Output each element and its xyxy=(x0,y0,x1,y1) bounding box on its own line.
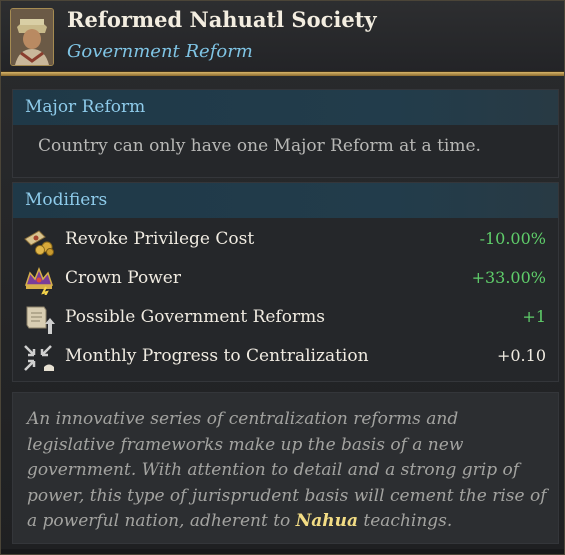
reform-type-subtitle: Government Reform xyxy=(67,41,253,62)
modifiers-header: Modifiers xyxy=(13,183,558,218)
modifier-row-monthly-centralization[interactable]: Monthly Progress to Centralization +0.10 xyxy=(13,341,558,375)
modifier-value: +33.00% xyxy=(471,268,546,287)
flavor-highlight-term: Nahua xyxy=(295,511,358,531)
modifier-value: -10.00% xyxy=(479,229,546,248)
noble-portrait-icon xyxy=(10,8,54,66)
modifier-value: +0.10 xyxy=(496,346,546,365)
modifier-label: Monthly Progress to Centralization xyxy=(65,346,369,366)
major-reform-section: Major Reform Country can only have one M… xyxy=(12,89,559,178)
centralization-icon xyxy=(22,343,56,373)
modifier-value: +1 xyxy=(522,307,546,326)
modifier-row-crown-power[interactable]: Crown Power +33.00% xyxy=(13,263,558,297)
government-reform-icon xyxy=(22,304,56,334)
modifier-row-possible-government-reforms[interactable]: Possible Government Reforms +1 xyxy=(13,302,558,336)
modifier-label: Revoke Privilege Cost xyxy=(65,229,255,249)
privilege-icon xyxy=(22,226,56,256)
modifiers-title: Modifiers xyxy=(25,190,108,210)
major-reform-title: Major Reform xyxy=(25,97,146,117)
modifier-row-revoke-privilege-cost[interactable]: Revoke Privilege Cost -10.00% xyxy=(13,224,558,258)
reform-title: Reformed Nahuatl Society xyxy=(67,7,377,32)
major-reform-header: Major Reform xyxy=(13,90,558,125)
modifier-label: Possible Government Reforms xyxy=(65,307,325,327)
reform-tooltip: Reformed Nahuatl Society Government Refo… xyxy=(0,0,565,555)
tooltip-header: Reformed Nahuatl Society Government Refo… xyxy=(1,1,564,71)
modifier-label: Crown Power xyxy=(65,268,181,288)
flavor-text-end: teachings. xyxy=(358,511,453,531)
flavor-text: An innovative series of centralization r… xyxy=(27,407,547,535)
flavor-text-main: An innovative series of centralization r… xyxy=(27,409,547,531)
crown-power-icon xyxy=(22,265,56,297)
major-reform-text: Country can only have one Major Reform a… xyxy=(38,136,481,156)
header-divider xyxy=(1,71,564,76)
flavor-text-box: An innovative series of centralization r… xyxy=(12,392,559,544)
modifiers-section: Modifiers Revoke Privilege Cost -10.00% xyxy=(12,182,559,382)
bottom-edge xyxy=(1,549,564,554)
